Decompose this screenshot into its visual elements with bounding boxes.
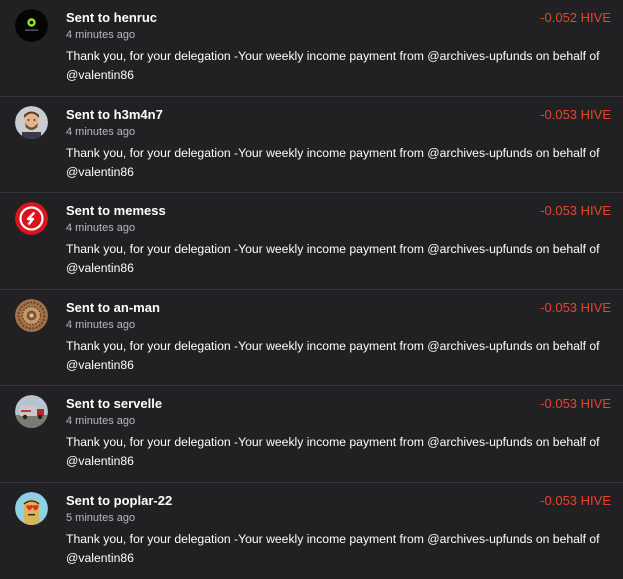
memo-text: Thank you, for your delegation -Your wee… xyxy=(66,433,611,471)
amount: -0.053 HIVE xyxy=(540,300,611,315)
memo-text: Thank you, for your delegation -Your wee… xyxy=(66,47,611,85)
amount: -0.053 HIVE xyxy=(540,493,611,508)
memo-text: Thank you, for your delegation -Your wee… xyxy=(66,240,611,278)
amount: -0.053 HIVE xyxy=(540,203,611,218)
recipient-link[interactable]: Sent to memess xyxy=(66,203,166,218)
timestamp: 4 minutes ago xyxy=(66,415,135,427)
transaction-row: Sent to h3m4n7 4 minutes ago -0.053 HIVE… xyxy=(0,97,623,194)
memo-text: Thank you, for your delegation -Your wee… xyxy=(66,530,611,568)
memo-text: Thank you, for your delegation -Your wee… xyxy=(66,144,611,182)
green-round-logo-icon[interactable] xyxy=(15,9,48,42)
timestamp: 4 minutes ago xyxy=(66,222,135,234)
amount: -0.053 HIVE xyxy=(540,107,611,122)
recipient-link[interactable]: Sent to an-man xyxy=(66,300,160,315)
transaction-row: Sent to henruc 4 minutes ago -0.052 HIVE… xyxy=(0,0,623,97)
transaction-row: Sent to poplar-22 5 minutes ago -0.053 H… xyxy=(0,483,623,579)
transaction-feed: Sent to henruc 4 minutes ago -0.052 HIVE… xyxy=(0,0,623,579)
timestamp: 5 minutes ago xyxy=(66,512,135,524)
mandala-pattern-icon[interactable] xyxy=(15,299,48,332)
recipient-link[interactable]: Sent to servelle xyxy=(66,396,162,411)
timestamp: 4 minutes ago xyxy=(66,319,135,331)
transaction-row: Sent to servelle 4 minutes ago -0.053 HI… xyxy=(0,386,623,483)
timestamp: 4 minutes ago xyxy=(66,29,135,41)
cartoon-heart-eyes-icon[interactable] xyxy=(15,492,48,525)
transaction-row: Sent to an-man 4 minutes ago -0.053 HIVE… xyxy=(0,290,623,387)
red-badge-logo-icon[interactable] xyxy=(15,202,48,235)
timestamp: 4 minutes ago xyxy=(66,126,135,138)
amount: -0.052 HIVE xyxy=(540,10,611,25)
recipient-link[interactable]: Sent to henruc xyxy=(66,10,157,25)
truck-photo-icon[interactable] xyxy=(15,395,48,428)
transaction-row: Sent to memess 4 minutes ago -0.053 HIVE… xyxy=(0,193,623,290)
amount: -0.053 HIVE xyxy=(540,396,611,411)
recipient-link[interactable]: Sent to h3m4n7 xyxy=(66,107,163,122)
person-photo-icon[interactable] xyxy=(15,106,48,139)
memo-text: Thank you, for your delegation -Your wee… xyxy=(66,337,611,375)
recipient-link[interactable]: Sent to poplar-22 xyxy=(66,493,172,508)
